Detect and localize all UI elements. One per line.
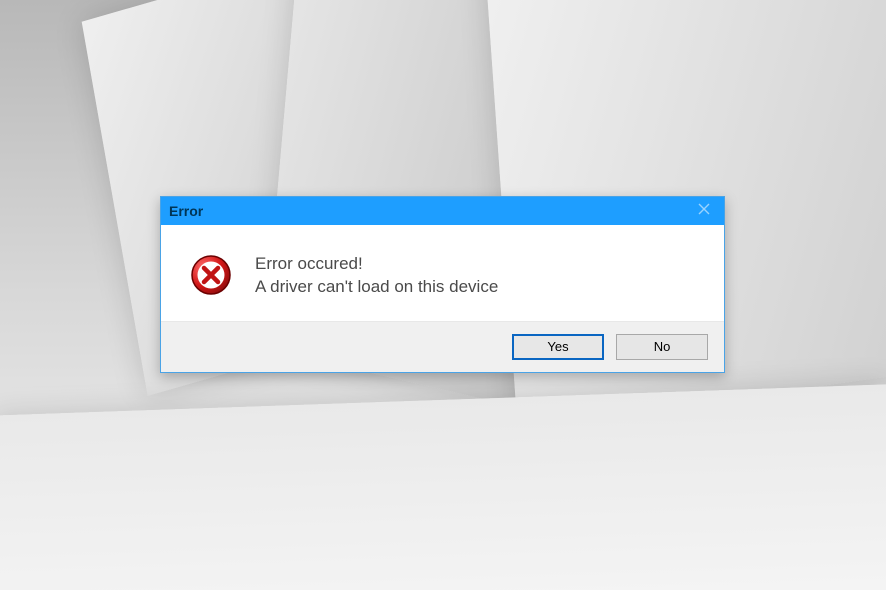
dialog-message: Error occured! A driver can't load on th…	[255, 253, 498, 299]
titlebar[interactable]: Error	[161, 197, 724, 225]
error-icon	[189, 253, 233, 297]
bg-panel	[0, 384, 886, 590]
dialog-title: Error	[169, 203, 203, 219]
message-line-2: A driver can't load on this device	[255, 276, 498, 299]
message-line-1: Error occured!	[255, 253, 498, 276]
button-row: Yes No	[161, 322, 724, 372]
close-icon[interactable]	[692, 203, 716, 219]
error-dialog: Error Error occured! A driver	[160, 196, 725, 373]
no-button[interactable]: No	[616, 334, 708, 360]
dialog-body: Error occured! A driver can't load on th…	[161, 225, 724, 322]
yes-button[interactable]: Yes	[512, 334, 604, 360]
